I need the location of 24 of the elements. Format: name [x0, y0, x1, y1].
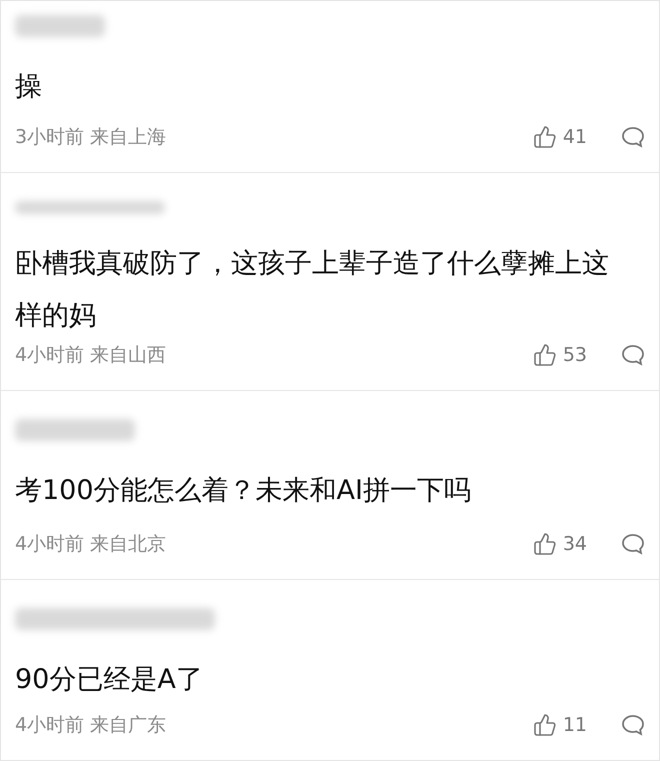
comment-text: 操 [15, 70, 43, 104]
like-count: 41 [562, 126, 587, 148]
comment-location: 来自广东 [90, 713, 166, 738]
like-count: 34 [562, 533, 587, 556]
thumbs-up-icon[interactable] [532, 532, 557, 556]
like-count: 53 [562, 344, 587, 366]
comment-text: 考100分能怎么着？未来和AI拼一下吗 [15, 474, 472, 508]
thumbs-up-icon[interactable] [532, 342, 557, 367]
comment-time: 4小时前 [15, 342, 84, 368]
like-count: 11 [562, 714, 587, 736]
comment-location: 来自上海 [90, 124, 166, 150]
comment-text: 90分已经是A了 [15, 663, 204, 698]
comment-icon[interactable] [621, 533, 645, 556]
comment-time: 4小时前 [15, 713, 84, 738]
comment-icon[interactable] [621, 714, 645, 736]
comment-time: 4小时前 [15, 532, 84, 558]
comment-icon[interactable] [621, 344, 645, 366]
thumbs-up-icon[interactable] [532, 713, 557, 737]
comment-time: 3小时前 [15, 124, 84, 150]
thumbs-up-icon[interactable] [532, 124, 557, 149]
comment-location: 来自山西 [90, 342, 166, 368]
comment-icon[interactable] [621, 126, 645, 148]
comment-location: 来自北京 [90, 532, 166, 558]
comment-text: 卧槽我真破防了，这孩子上辈子造了什么孽摊上这样的妈 [15, 246, 610, 333]
